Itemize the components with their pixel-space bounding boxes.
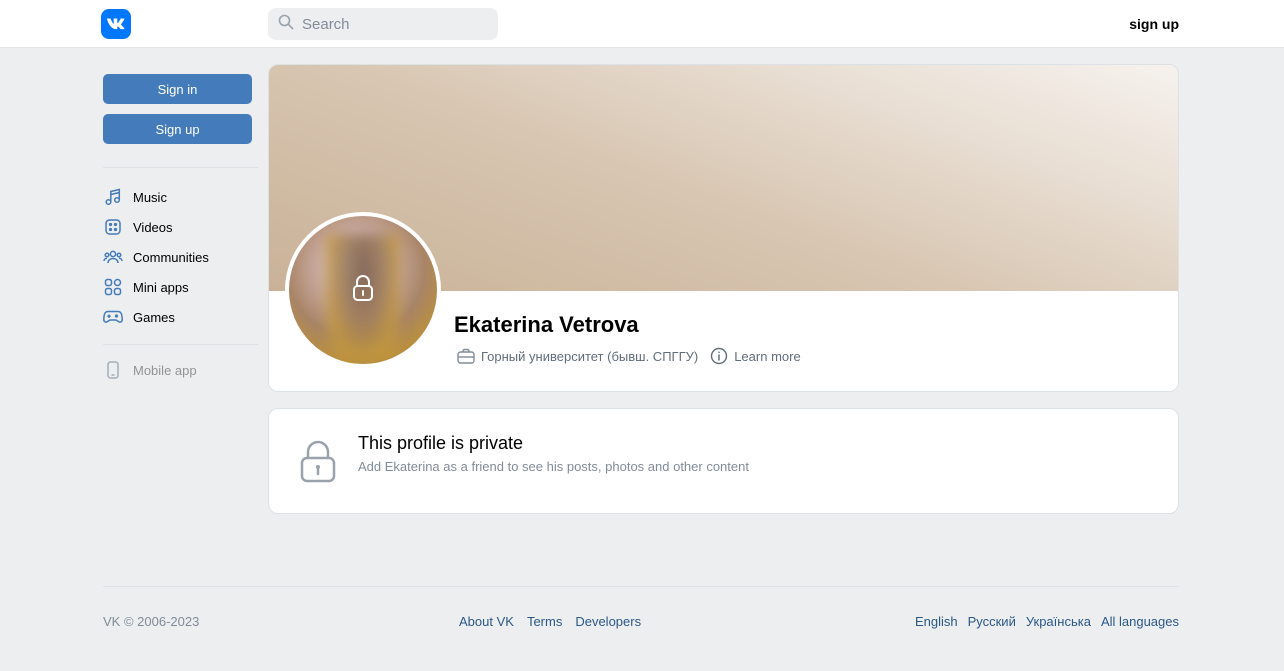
language-all[interactable]: All languages (1101, 614, 1179, 629)
profile-card: Ekaterina Vetrova Горный университет (бы… (268, 64, 1179, 392)
music-icon (103, 187, 123, 207)
lock-icon (299, 439, 337, 488)
vk-logo-icon[interactable] (101, 9, 131, 39)
footer-links: About VK Terms Developers (459, 614, 654, 629)
profile-education[interactable]: Горный университет (бывш. СПГГУ) (481, 349, 698, 364)
sign-up-button[interactable]: Sign up (103, 114, 252, 144)
sidebar-item-music[interactable]: Music (103, 185, 253, 209)
profile-meta: Горный университет (бывш. СПГГУ) Learn m… (457, 347, 801, 365)
footer-divider (103, 586, 1179, 587)
mobile-phone-icon (103, 360, 123, 380)
language-english[interactable]: English (915, 614, 958, 629)
learn-more-label: Learn more (734, 348, 801, 364)
sidebar-item-label: Videos (133, 219, 173, 235)
private-title: This profile is private (358, 433, 524, 453)
search-icon (278, 14, 294, 35)
learn-more-link[interactable]: Learn more (710, 347, 801, 365)
footer-link-developers[interactable]: Developers (575, 614, 641, 629)
lock-icon (351, 274, 375, 307)
briefcase-icon (457, 347, 475, 365)
sidebar-item-label: Communities (133, 249, 209, 265)
sidebar-item-mini-apps[interactable]: Mini apps (103, 275, 253, 299)
sign-in-button[interactable]: Sign in (103, 74, 252, 104)
header-signup-link[interactable]: sign up (1129, 16, 1179, 32)
sidebar-item-mobile-app[interactable]: Mobile app (103, 358, 253, 382)
sidebar-item-communities[interactable]: Communities (103, 245, 253, 269)
communities-icon (103, 247, 123, 267)
sidebar-divider (103, 167, 258, 168)
sidebar-item-label: Games (133, 309, 175, 325)
sidebar-item-label: Mobile app (133, 362, 197, 378)
video-icon (103, 217, 123, 237)
sidebar-item-label: Music (133, 189, 167, 205)
profile-name: Ekaterina Vetrova (454, 312, 639, 337)
footer-copyright: VK © 2006-2023 (103, 614, 200, 629)
sidebar-item-label: Mini apps (133, 279, 189, 295)
search-box[interactable] (268, 8, 498, 40)
private-subtitle: Add Ekaterina as a friend to see his pos… (358, 459, 749, 474)
footer-link-about[interactable]: About VK (459, 614, 514, 629)
sidebar-divider (103, 344, 258, 345)
top-header: sign up (0, 0, 1284, 48)
language-russian[interactable]: Русский (968, 614, 1016, 629)
mini-apps-icon (103, 277, 123, 297)
sidebar-item-videos[interactable]: Videos (103, 215, 253, 239)
gamepad-icon (103, 307, 123, 327)
footer-link-terms[interactable]: Terms (527, 614, 562, 629)
sidebar-item-games[interactable]: Games (103, 305, 253, 329)
info-icon (710, 347, 728, 365)
search-input[interactable] (302, 15, 482, 33)
language-ukrainian[interactable]: Українська (1026, 614, 1091, 629)
private-profile-card: This profile is private Add Ekaterina as… (268, 408, 1179, 514)
footer-languages: English Русский Українська All languages (905, 614, 1179, 629)
avatar[interactable] (285, 212, 441, 368)
